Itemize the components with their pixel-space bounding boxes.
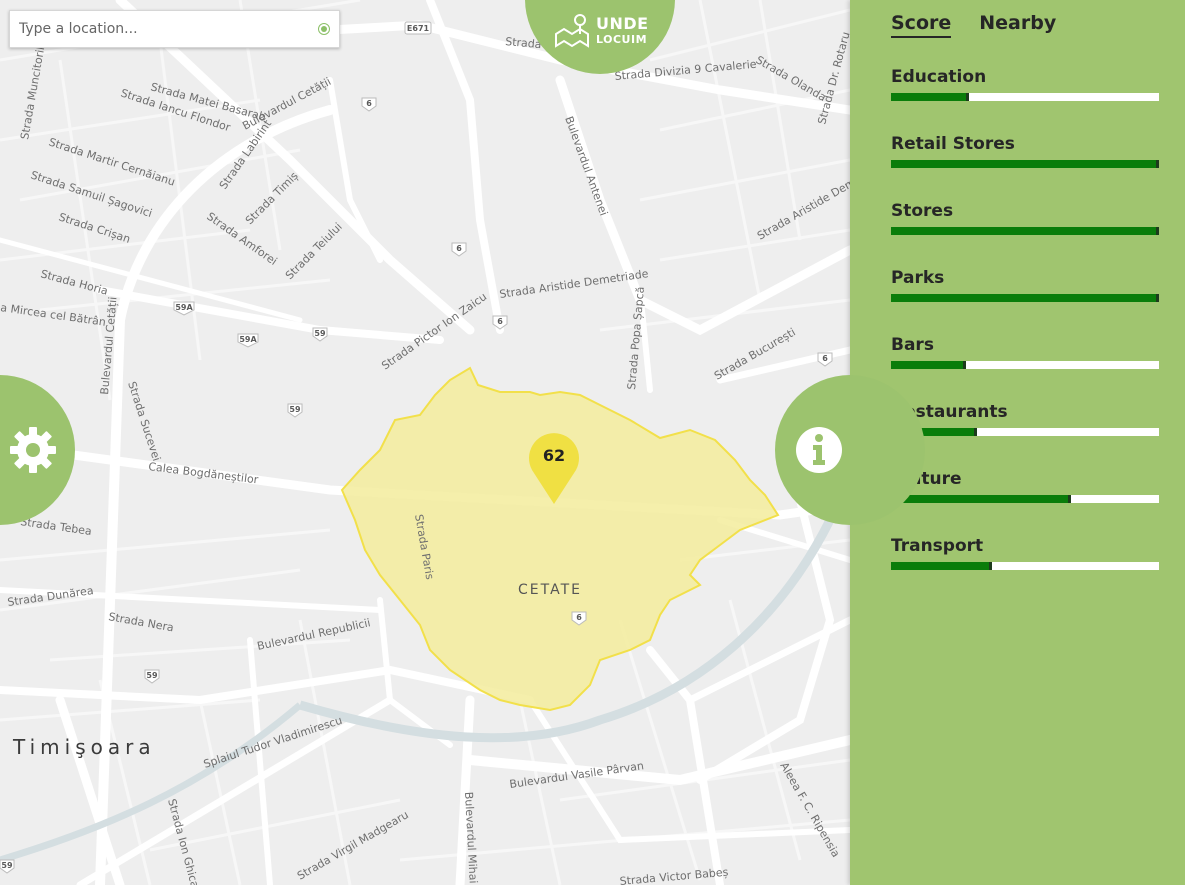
metric-education: Education — [891, 67, 1159, 101]
metric-retail-stores: Retail Stores — [891, 134, 1159, 168]
metric-bar — [891, 294, 1159, 302]
metric-culture: Culture — [891, 469, 1159, 503]
metric-label: Stores — [891, 201, 954, 221]
metric-bar-fill — [891, 160, 1159, 168]
svg-text:59: 59 — [1, 861, 13, 870]
metric-label: Education — [891, 67, 987, 87]
tab-nearby[interactable]: Nearby — [979, 12, 1056, 36]
city-label: Timişoara — [12, 735, 156, 759]
district-label: CETATE — [518, 582, 582, 598]
map-roads: Strada Matei Basarab Strada Iancu Flondo… — [0, 0, 850, 885]
metric-label: Culture — [891, 469, 962, 489]
location-search-input[interactable] — [10, 11, 309, 47]
metric-bars: Bars — [891, 335, 1159, 369]
svg-text:6: 6 — [497, 317, 503, 326]
location-search[interactable] — [9, 10, 340, 48]
metric-bar-fill — [891, 294, 1159, 302]
logo-text-unde: UNDE — [596, 14, 649, 33]
map-pin-icon — [555, 14, 589, 48]
metric-label: Parks — [891, 268, 945, 288]
metric-bar — [891, 361, 1159, 369]
metric-bar — [891, 160, 1159, 168]
svg-text:6: 6 — [456, 244, 462, 253]
tab-score[interactable]: Score — [891, 12, 952, 38]
pin-score-value: 62 — [543, 446, 565, 465]
metric-bar-fill — [891, 93, 969, 101]
gear-icon — [10, 427, 56, 473]
metric-stores: Stores — [891, 201, 1159, 235]
svg-text:6: 6 — [576, 613, 582, 622]
map-canvas[interactable]: Strada Matei Basarab Strada Iancu Flondo… — [0, 0, 850, 885]
metric-label: Restaurants — [891, 402, 1008, 422]
svg-text:E671: E671 — [407, 24, 430, 33]
svg-text:59A: 59A — [239, 335, 257, 344]
svg-text:59: 59 — [314, 329, 326, 338]
info-icon — [796, 427, 842, 473]
metric-bar — [891, 428, 1159, 436]
metric-bar-fill — [891, 562, 992, 570]
metric-label: Bars — [891, 335, 934, 355]
locate-icon[interactable] — [318, 23, 330, 35]
metric-bar — [891, 227, 1159, 235]
metric-bar-fill — [891, 361, 967, 369]
panel-tabs: Score Nearby — [891, 12, 1084, 38]
svg-text:59A: 59A — [175, 303, 193, 312]
metric-bar — [891, 495, 1159, 503]
metric-bar — [891, 562, 1159, 570]
metric-bar — [891, 93, 1159, 101]
logo-text-locuim: LOCUIM — [596, 33, 648, 46]
metric-transport: Transport — [891, 536, 1159, 570]
metric-parks: Parks — [891, 268, 1159, 302]
metric-bar-fill — [891, 495, 1071, 503]
metric-label: Transport — [891, 536, 984, 556]
metric-label: Retail Stores — [891, 134, 1015, 154]
info-button[interactable] — [775, 375, 925, 525]
svg-text:59: 59 — [289, 405, 301, 414]
svg-text:6: 6 — [366, 99, 372, 108]
metric-bar-fill — [891, 227, 1159, 235]
metric-restaurants: Restaurants — [891, 402, 1159, 436]
svg-text:59: 59 — [146, 671, 158, 680]
svg-text:6: 6 — [822, 354, 828, 363]
